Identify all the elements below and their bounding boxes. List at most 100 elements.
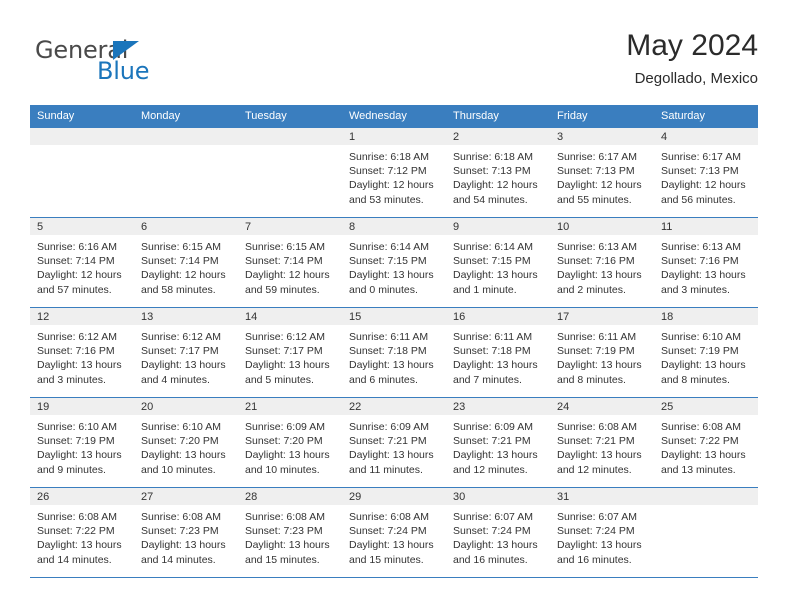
calendar-day-cell-empty bbox=[654, 488, 758, 577]
day-number: 10 bbox=[550, 218, 654, 235]
sunset-time: Sunset: 7:24 PM bbox=[349, 525, 427, 538]
calendar-day-cell[interactable]: 14 Sunrise: 6:12 AM Sunset: 7:17 PM Dayligh… bbox=[238, 308, 342, 397]
calendar-day-cell[interactable]: 3 Sunrise: 6:17 AM Sunset: 7:13 PM Daylight… bbox=[550, 128, 654, 217]
day-sun-info: Sunrise: 6:17 AM Sunset: 7:13 PM Daylight:… bbox=[550, 145, 654, 207]
calendar-day-cell[interactable]: 11 Sunrise: 6:13 AM Sunset: 7:16 PM Dayligh… bbox=[654, 218, 758, 307]
daylight-duration-line2: and 2 minutes. bbox=[557, 283, 626, 296]
calendar-day-cell-empty bbox=[30, 128, 134, 217]
daylight-duration-line2: and 3 minutes. bbox=[37, 373, 106, 386]
sunset-time: Sunset: 7:14 PM bbox=[141, 255, 219, 268]
calendar-day-cell[interactable]: 4 Sunrise: 6:17 AM Sunset: 7:13 PM Daylight… bbox=[654, 128, 758, 217]
calendar-day-cell[interactable]: 21 Sunrise: 6:09 AM Sunset: 7:20 PM Dayligh… bbox=[238, 398, 342, 487]
daylight-duration-line1: Daylight: 13 hours bbox=[453, 539, 538, 552]
day-number: 27 bbox=[134, 488, 238, 505]
sunset-time: Sunset: 7:24 PM bbox=[557, 525, 635, 538]
daylight-duration-line1: Daylight: 13 hours bbox=[141, 539, 226, 552]
day-sun-info: Sunrise: 6:10 AM Sunset: 7:20 PM Daylight:… bbox=[134, 415, 238, 477]
calendar-day-cell[interactable]: 1 Sunrise: 6:18 AM Sunset: 7:12 PM Daylight… bbox=[342, 128, 446, 217]
day-number: 3 bbox=[550, 128, 654, 145]
day-sun-info: Sunrise: 6:07 AM Sunset: 7:24 PM Daylight:… bbox=[446, 505, 550, 567]
calendar-day-cell[interactable]: 29 Sunrise: 6:08 AM Sunset: 7:24 PM Dayligh… bbox=[342, 488, 446, 577]
general-blue-logo[interactable]: General Blue bbox=[35, 36, 235, 96]
day-number: 19 bbox=[30, 398, 134, 415]
sunrise-time: Sunrise: 6:11 AM bbox=[453, 331, 533, 343]
day-number: 5 bbox=[30, 218, 134, 235]
calendar-day-cell[interactable]: 13 Sunrise: 6:12 AM Sunset: 7:17 PM Dayligh… bbox=[134, 308, 238, 397]
sunrise-time: Sunrise: 6:09 AM bbox=[453, 421, 533, 433]
day-number: 7 bbox=[238, 218, 342, 235]
day-sun-info: Sunrise: 6:08 AM Sunset: 7:23 PM Daylight:… bbox=[238, 505, 342, 567]
calendar-day-cell[interactable]: 15 Sunrise: 6:11 AM Sunset: 7:18 PM Dayligh… bbox=[342, 308, 446, 397]
day-sun-info: Sunrise: 6:17 AM Sunset: 7:13 PM Daylight:… bbox=[654, 145, 758, 207]
calendar-day-cell[interactable]: 27 Sunrise: 6:08 AM Sunset: 7:23 PM Dayligh… bbox=[134, 488, 238, 577]
weekday-header-monday: Monday bbox=[141, 110, 181, 122]
calendar-day-cell[interactable]: 8 Sunrise: 6:14 AM Sunset: 7:15 PM Daylight… bbox=[342, 218, 446, 307]
calendar-day-cell[interactable]: 9 Sunrise: 6:14 AM Sunset: 7:15 PM Daylight… bbox=[446, 218, 550, 307]
sunrise-time: Sunrise: 6:08 AM bbox=[245, 511, 325, 523]
calendar-day-cell[interactable]: 2 Sunrise: 6:18 AM Sunset: 7:13 PM Daylight… bbox=[446, 128, 550, 217]
day-number: 16 bbox=[446, 308, 550, 325]
calendar-day-cell[interactable]: 7 Sunrise: 6:15 AM Sunset: 7:14 PM Daylight… bbox=[238, 218, 342, 307]
sunset-time: Sunset: 7:22 PM bbox=[661, 435, 739, 448]
day-sun-info: Sunrise: 6:15 AM Sunset: 7:14 PM Daylight:… bbox=[238, 235, 342, 297]
calendar-day-cell[interactable]: 18 Sunrise: 6:10 AM Sunset: 7:19 PM Dayligh… bbox=[654, 308, 758, 397]
day-number: 25 bbox=[654, 398, 758, 415]
daylight-duration-line1: Daylight: 13 hours bbox=[349, 539, 434, 552]
calendar-day-cell[interactable]: 26 Sunrise: 6:08 AM Sunset: 7:22 PM Dayligh… bbox=[30, 488, 134, 577]
sunrise-time: Sunrise: 6:12 AM bbox=[141, 331, 221, 343]
daylight-duration-line2: and 15 minutes. bbox=[349, 553, 424, 566]
day-number: 28 bbox=[238, 488, 342, 505]
sunrise-time: Sunrise: 6:14 AM bbox=[453, 241, 533, 253]
daylight-duration-line2: and 7 minutes. bbox=[453, 373, 522, 386]
calendar-day-cell[interactable]: 24 Sunrise: 6:08 AM Sunset: 7:21 PM Dayligh… bbox=[550, 398, 654, 487]
day-sun-info: Sunrise: 6:14 AM Sunset: 7:15 PM Daylight:… bbox=[342, 235, 446, 297]
sunrise-time: Sunrise: 6:18 AM bbox=[349, 151, 429, 163]
sunset-time: Sunset: 7:16 PM bbox=[557, 255, 635, 268]
calendar-day-cell[interactable]: 25 Sunrise: 6:08 AM Sunset: 7:22 PM Dayligh… bbox=[654, 398, 758, 487]
daylight-duration-line1: Daylight: 13 hours bbox=[453, 359, 538, 372]
logo-text-blue: Blue bbox=[97, 57, 150, 85]
day-number: 4 bbox=[654, 128, 758, 145]
sunrise-time: Sunrise: 6:07 AM bbox=[557, 511, 637, 523]
calendar-day-cell[interactable]: 22 Sunrise: 6:09 AM Sunset: 7:21 PM Dayligh… bbox=[342, 398, 446, 487]
calendar-day-cell[interactable]: 19 Sunrise: 6:10 AM Sunset: 7:19 PM Dayligh… bbox=[30, 398, 134, 487]
day-number: 29 bbox=[342, 488, 446, 505]
daylight-duration-line1: Daylight: 12 hours bbox=[557, 179, 642, 192]
weekday-header-saturday: Saturday bbox=[661, 110, 706, 122]
calendar-day-cell[interactable]: 23 Sunrise: 6:09 AM Sunset: 7:21 PM Dayligh… bbox=[446, 398, 550, 487]
calendar-day-cell[interactable]: 5 Sunrise: 6:16 AM Sunset: 7:14 PM Daylight… bbox=[30, 218, 134, 307]
calendar-day-cell[interactable]: 16 Sunrise: 6:11 AM Sunset: 7:18 PM Dayligh… bbox=[446, 308, 550, 397]
day-number: 26 bbox=[30, 488, 134, 505]
day-number: 13 bbox=[134, 308, 238, 325]
sunset-time: Sunset: 7:21 PM bbox=[453, 435, 531, 448]
calendar-day-cell[interactable]: 17 Sunrise: 6:11 AM Sunset: 7:19 PM Dayligh… bbox=[550, 308, 654, 397]
calendar-day-cell[interactable]: 12 Sunrise: 6:12 AM Sunset: 7:16 PM Dayligh… bbox=[30, 308, 134, 397]
calendar-day-cell[interactable]: 6 Sunrise: 6:15 AM Sunset: 7:14 PM Daylight… bbox=[134, 218, 238, 307]
daylight-duration-line2: and 5 minutes. bbox=[245, 373, 314, 386]
daylight-duration-line2: and 10 minutes. bbox=[141, 463, 216, 476]
calendar-week-row: 1 Sunrise: 6:18 AM Sunset: 7:12 PM Daylight… bbox=[30, 128, 758, 218]
daylight-duration-line2: and 11 minutes. bbox=[349, 463, 423, 476]
daylight-duration-line1: Daylight: 13 hours bbox=[349, 269, 434, 282]
calendar-day-cell[interactable]: 10 Sunrise: 6:13 AM Sunset: 7:16 PM Dayligh… bbox=[550, 218, 654, 307]
page-header: General Blue May 2024 Degollado, Mexico bbox=[30, 28, 758, 98]
day-number: 9 bbox=[446, 218, 550, 235]
day-sun-info: Sunrise: 6:09 AM Sunset: 7:20 PM Daylight:… bbox=[238, 415, 342, 477]
calendar-day-cell[interactable]: 31 Sunrise: 6:07 AM Sunset: 7:24 PM Dayligh… bbox=[550, 488, 654, 577]
day-number: 23 bbox=[446, 398, 550, 415]
calendar-grid: Sunday Monday Tuesday Wednesday Thursday Frid… bbox=[30, 105, 758, 578]
daylight-duration-line1: Daylight: 13 hours bbox=[557, 359, 642, 372]
daylight-duration-line2: and 56 minutes. bbox=[661, 193, 736, 206]
day-sun-info: Sunrise: 6:12 AM Sunset: 7:17 PM Daylight:… bbox=[238, 325, 342, 387]
calendar-day-cell[interactable]: 30 Sunrise: 6:07 AM Sunset: 7:24 PM Dayligh… bbox=[446, 488, 550, 577]
page-subtitle-location: Degollado, Mexico bbox=[634, 70, 758, 87]
day-number: 17 bbox=[550, 308, 654, 325]
daylight-duration-line1: Daylight: 12 hours bbox=[453, 179, 538, 192]
day-sun-info: Sunrise: 6:13 AM Sunset: 7:16 PM Daylight:… bbox=[550, 235, 654, 297]
calendar-day-cell[interactable]: 28 Sunrise: 6:08 AM Sunset: 7:23 PM Dayligh… bbox=[238, 488, 342, 577]
day-sun-info: Sunrise: 6:08 AM Sunset: 7:24 PM Daylight:… bbox=[342, 505, 446, 567]
sunrise-time: Sunrise: 6:10 AM bbox=[141, 421, 221, 433]
sunrise-time: Sunrise: 6:15 AM bbox=[245, 241, 325, 253]
calendar-day-cell[interactable]: 20 Sunrise: 6:10 AM Sunset: 7:20 PM Dayligh… bbox=[134, 398, 238, 487]
sunset-time: Sunset: 7:13 PM bbox=[557, 165, 635, 178]
